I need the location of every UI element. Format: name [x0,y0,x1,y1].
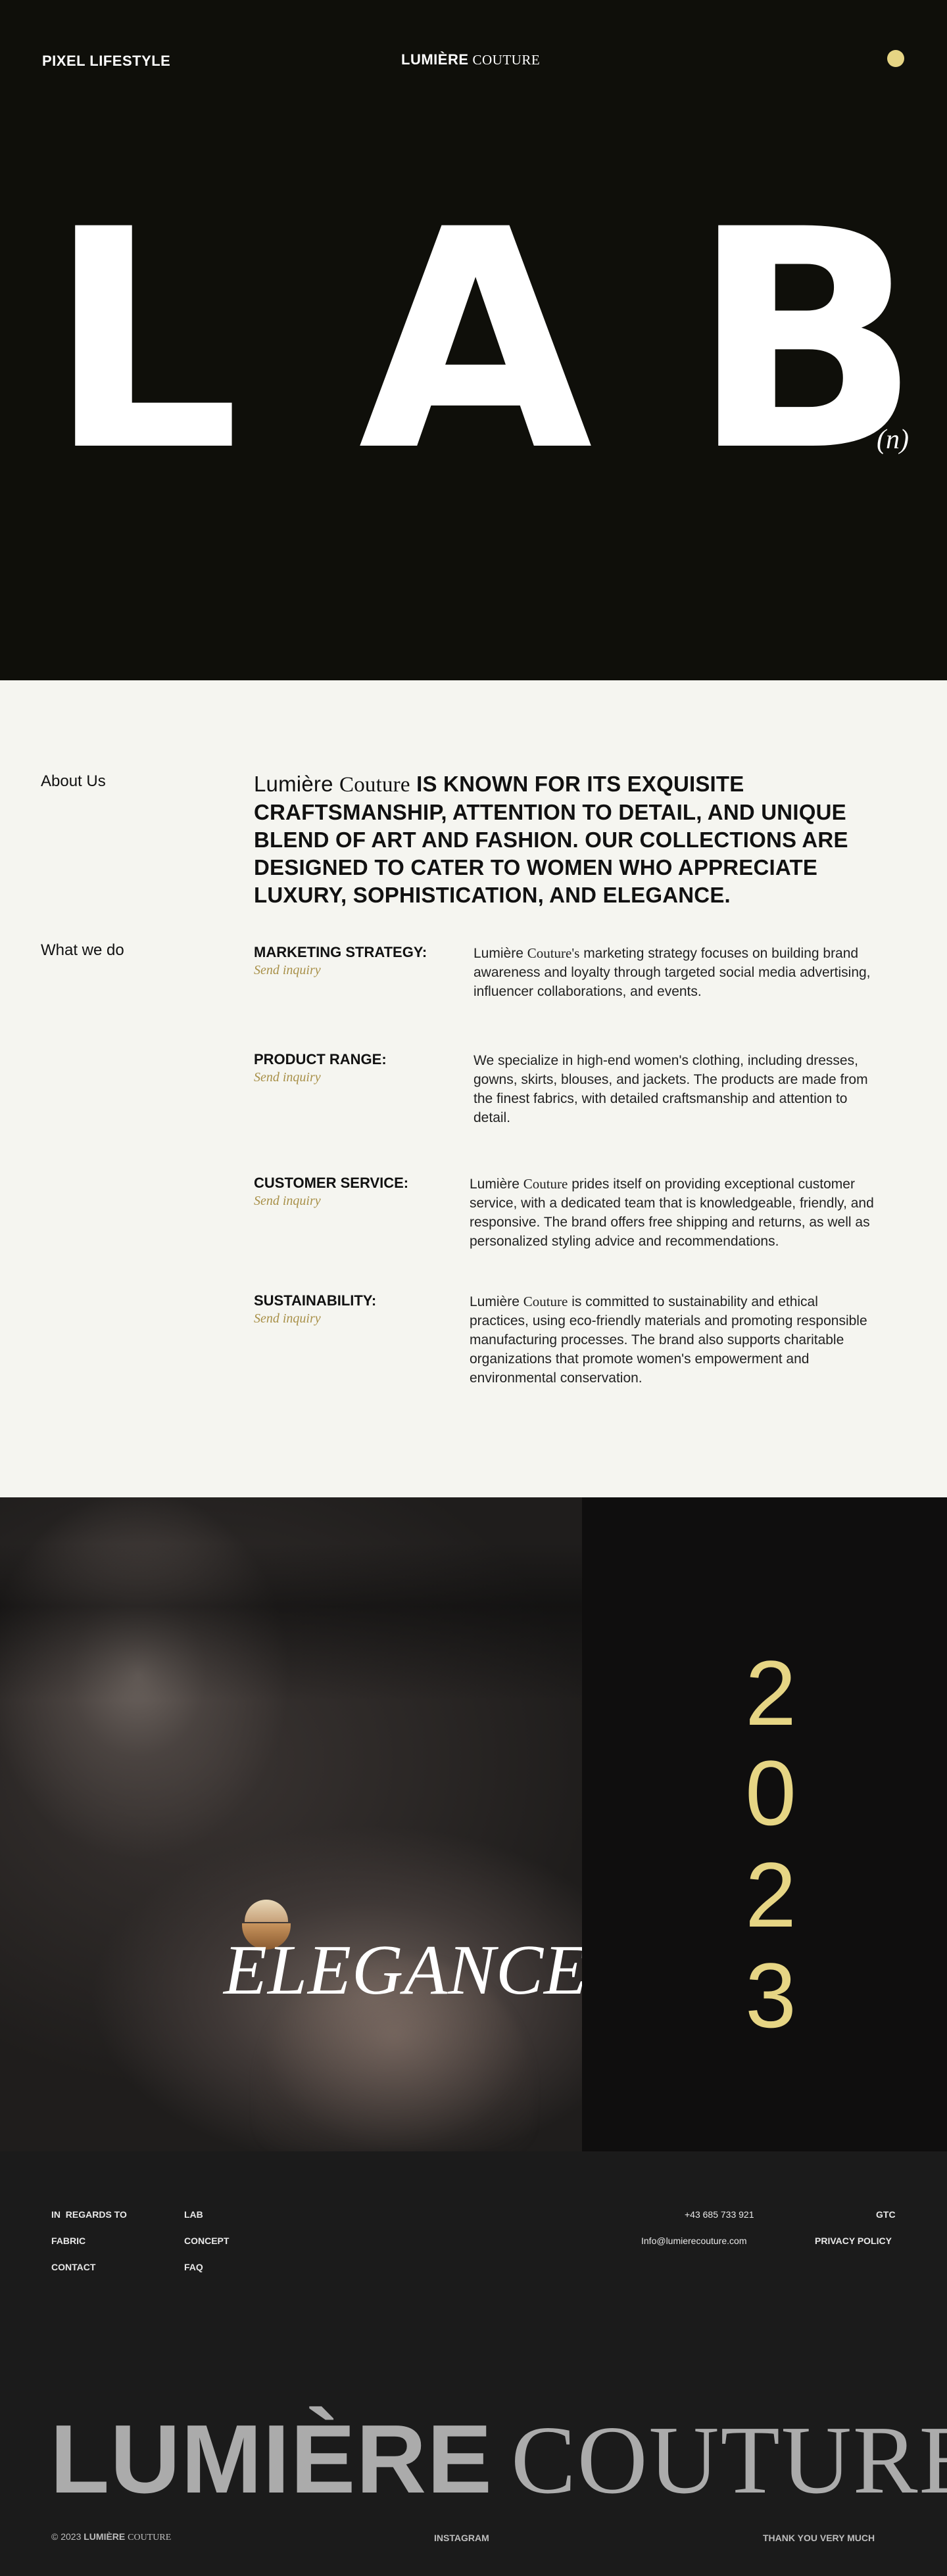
service-description: Lumière Couture prides itself on providi… [470,1175,897,1251]
service-marketing: MARKETING STRATEGY: Send inquiry Lumière… [254,944,911,999]
instagram-link[interactable]: INSTAGRAM [434,2533,489,2543]
model-photo: ELEGANCE [0,1497,587,2151]
service-description: Lumière Couture is committed to sustaina… [470,1292,877,1388]
service-description: Lumière Couture's marketing strategy foc… [474,944,888,1001]
statement-brand-b: Couture [339,773,410,797]
feature-section: ELEGANCE 2 0 2 3 [0,1497,947,2151]
footer-link-faq[interactable]: FAQ [184,2262,203,2272]
copyright-prefix: © 2023 [51,2531,82,2542]
footer-link-privacy[interactable]: PRIVACY POLICY [815,2236,892,2246]
hero-letter-a: A [358,166,593,517]
footer-email-link[interactable]: Info@lumierecouture.com [641,2236,747,2246]
circle-dot-icon[interactable] [887,50,904,67]
copyright-brand-serif: COUTURE [128,2533,172,2542]
footer-link-in-regards-to[interactable]: IN REGARDS TO [51,2209,127,2220]
footer-link-fabric[interactable]: FABRIC [51,2236,85,2246]
brand-logo-bold: LUMIÈRE [401,51,469,68]
brand-logo[interactable]: LUMIÈRE COUTURE [401,51,540,68]
desc-brand-b: Couture [523,1176,568,1192]
copyright-brand-bold: LUMIÈRE [84,2531,126,2542]
footer-phone-link[interactable]: +43 685 733 921 [685,2209,754,2220]
hero-letter-l: L [47,166,241,517]
desc-brand-b: Couture's [527,945,580,961]
year-digit: 3 [745,1944,796,2047]
year-digit: 2 [745,1641,796,1745]
copyright: © 2023 LUMIÈRE COUTURE [51,2531,171,2543]
year-digit: 2 [745,1843,796,1946]
brand-logo-serif: COUTURE [472,52,541,68]
footer-link-contact[interactable]: CONTACT [51,2262,95,2272]
desc-brand-a: Lumière [470,1294,520,1309]
desc-brand-b: Couture [523,1294,568,1309]
what-we-do-label: What we do [41,941,124,959]
pixel-lifestyle-link[interactable]: PIXEL LIFESTYLE [42,53,170,70]
about-section: About Us Lumière Couture IS KNOWN FOR IT… [0,680,947,1497]
photo-veil [0,1543,582,1701]
hero-superscript: (n) [877,425,909,455]
footer-big-brand: LUMIÈRE COUTURE [50,2411,947,2510]
about-us-label: About Us [41,772,106,790]
footer-link-gtc[interactable]: GTC [876,2209,896,2220]
earring-icon [245,1900,288,1922]
elegance-overlay-text: ELEGANCE [224,1931,589,2009]
service-product-range: PRODUCT RANGE: Send inquiry We specializ… [254,1051,911,1125]
about-statement: Lumière Couture IS KNOWN FOR ITS EXQUISI… [254,770,905,909]
service-customer-service: CUSTOMER SERVICE: Send inquiry Lumière C… [254,1175,911,1249]
desc-brand-a: Lumière [474,946,523,961]
footer: IN REGARDS TO FABRIC CONTACT LAB CONCEPT… [0,2151,947,2576]
footer-link-lab[interactable]: LAB [184,2209,203,2220]
year-digit: 0 [745,1741,796,1844]
service-sustainability: SUSTAINABILITY: Send inquiry Lumière Cou… [254,1292,911,1386]
footer-brand-bold: LUMIÈRE [50,2405,493,2514]
footer-link-concept[interactable]: CONCEPT [184,2236,229,2246]
hero-section: PIXEL LIFESTYLE LUMIÈRE COUTURE L A B (n) [0,0,947,680]
desc-brand-a: Lumière [470,1177,520,1192]
statement-brand-a: Lumière [254,772,333,796]
thank-you-link[interactable]: THANK YOU VERY MUCH [763,2533,875,2543]
footer-brand-serif: COUTURE [511,2406,947,2514]
service-description: We specialize in high-end women's clothi… [474,1053,868,1125]
